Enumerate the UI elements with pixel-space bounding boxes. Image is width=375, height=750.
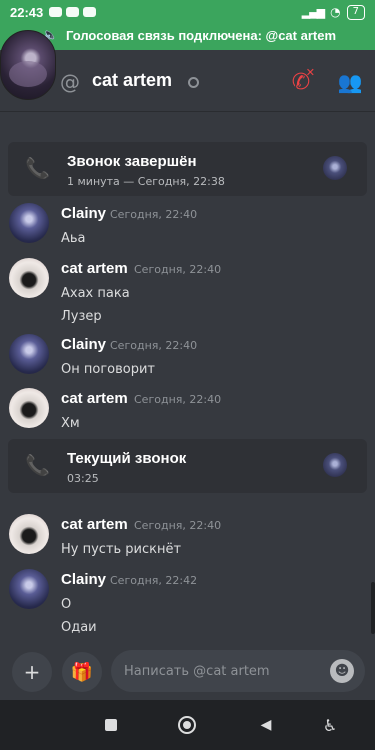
close-icon: ✕ <box>305 66 315 79</box>
recents-button[interactable] <box>101 715 121 735</box>
message-text: Ну пусть рискнёт <box>61 542 182 557</box>
battery-icon: 7 <box>346 4 365 20</box>
call-active-icon: 📞 <box>25 453 50 477</box>
composer: + 🎁 ☻ <box>0 640 375 700</box>
call-card-ended: 📞 Звонок завершён 1 минута — Сегодня, 22… <box>8 142 367 196</box>
call-ended-icon: 📞 <box>25 156 50 180</box>
scrollbar[interactable] <box>371 582 375 634</box>
avatar[interactable] <box>9 514 49 554</box>
voice-user-avatar[interactable] <box>0 30 56 100</box>
call-subtitle: 1 минута — Сегодня, 22:38 <box>67 175 225 188</box>
message-text: Аьа <box>61 231 86 246</box>
author-name[interactable]: Clainy <box>61 336 106 353</box>
message-text: Хм <box>61 416 80 431</box>
back-triangle-icon: ◀ <box>260 717 272 733</box>
message-text: Лузер <box>61 309 102 324</box>
call-title: Текущий звонок <box>67 450 187 467</box>
gift-button[interactable]: 🎁 <box>62 652 102 692</box>
emoji-icon: ☻ <box>334 663 350 679</box>
avatar[interactable] <box>9 334 49 374</box>
avatar[interactable] <box>9 388 49 428</box>
circle-icon <box>178 716 196 734</box>
square-icon <box>105 719 117 731</box>
avatar[interactable] <box>9 569 49 609</box>
hangup-call-button[interactable]: ✆ ✕ <box>287 66 315 96</box>
accessibility-button[interactable]: ♿ <box>320 715 340 735</box>
message-time: Сегодня, 22:42 <box>110 574 198 587</box>
voice-status-text: Голосовая связь подключена: @cat artem <box>66 27 337 43</box>
call-title: Звонок завершён <box>67 153 197 170</box>
members-icon: 👥 <box>337 70 363 94</box>
author-name[interactable]: Clainy <box>61 205 106 222</box>
message-list[interactable]: 📞 Звонок завершён 1 минута — Сегодня, 22… <box>0 112 375 640</box>
message-time: Сегодня, 22:40 <box>134 393 222 406</box>
notification-icons <box>49 7 97 17</box>
emoji-button[interactable]: ☻ <box>330 659 354 683</box>
voice-connected-bar[interactable]: 22:43 ▂▄▆ ◔ 7 🔈 Голосовая связь подключе… <box>0 0 375 50</box>
status-time: 22:43 <box>10 4 44 20</box>
message-input[interactable] <box>111 650 365 692</box>
system-nav-bar: ◀ ♿ <box>0 700 375 750</box>
call-duration: 03:25 <box>67 472 99 485</box>
message-text: Ахах пака <box>61 286 130 301</box>
status-bar: 22:43 ▂▄▆ ◔ 7 <box>0 0 375 24</box>
message-time: Сегодня, 22:40 <box>134 263 222 276</box>
members-button[interactable]: 👥 <box>336 68 364 96</box>
author-name[interactable]: cat artem <box>61 260 128 277</box>
message-text: Он поговорит <box>61 362 155 377</box>
discord-icon <box>66 7 80 17</box>
avatar[interactable] <box>323 453 347 477</box>
message-text: О <box>61 597 72 612</box>
discord-icon <box>49 7 63 17</box>
message-text: Одаи <box>61 620 97 635</box>
status-offline-icon <box>188 77 199 88</box>
back-button[interactable]: ◀ <box>256 715 276 735</box>
avatar[interactable] <box>9 203 49 243</box>
message-time: Сегодня, 22:40 <box>134 519 222 532</box>
voice-status[interactable]: 🔈 Голосовая связь подключена: @cat artem <box>0 24 375 46</box>
message-time: Сегодня, 22:40 <box>110 208 198 221</box>
channel-header: @ cat artem ✆ ✕ 👥 <box>0 50 375 112</box>
avatar[interactable] <box>9 258 49 298</box>
wifi-icon: ◔ <box>330 5 341 19</box>
author-name[interactable]: cat artem <box>61 390 128 407</box>
channel-title[interactable]: cat artem <box>92 70 172 91</box>
accessibility-icon: ♿ <box>322 715 338 735</box>
plus-icon: + <box>23 660 41 684</box>
discord-icon <box>83 7 97 17</box>
home-button[interactable] <box>177 715 197 735</box>
call-card-active[interactable]: 📞 Текущий звонок 03:25 <box>8 439 367 493</box>
add-attachment-button[interactable]: + <box>12 652 52 692</box>
author-name[interactable]: cat artem <box>61 516 128 533</box>
status-right: ▂▄▆ ◔ 7 <box>301 4 365 20</box>
gift-icon: 🎁 <box>70 661 94 683</box>
at-icon: @ <box>60 70 80 94</box>
author-name[interactable]: Clainy <box>61 571 106 588</box>
avatar[interactable] <box>323 156 347 180</box>
signal-icon: ▂▄▆ <box>301 5 325 19</box>
message-time: Сегодня, 22:40 <box>110 339 198 352</box>
